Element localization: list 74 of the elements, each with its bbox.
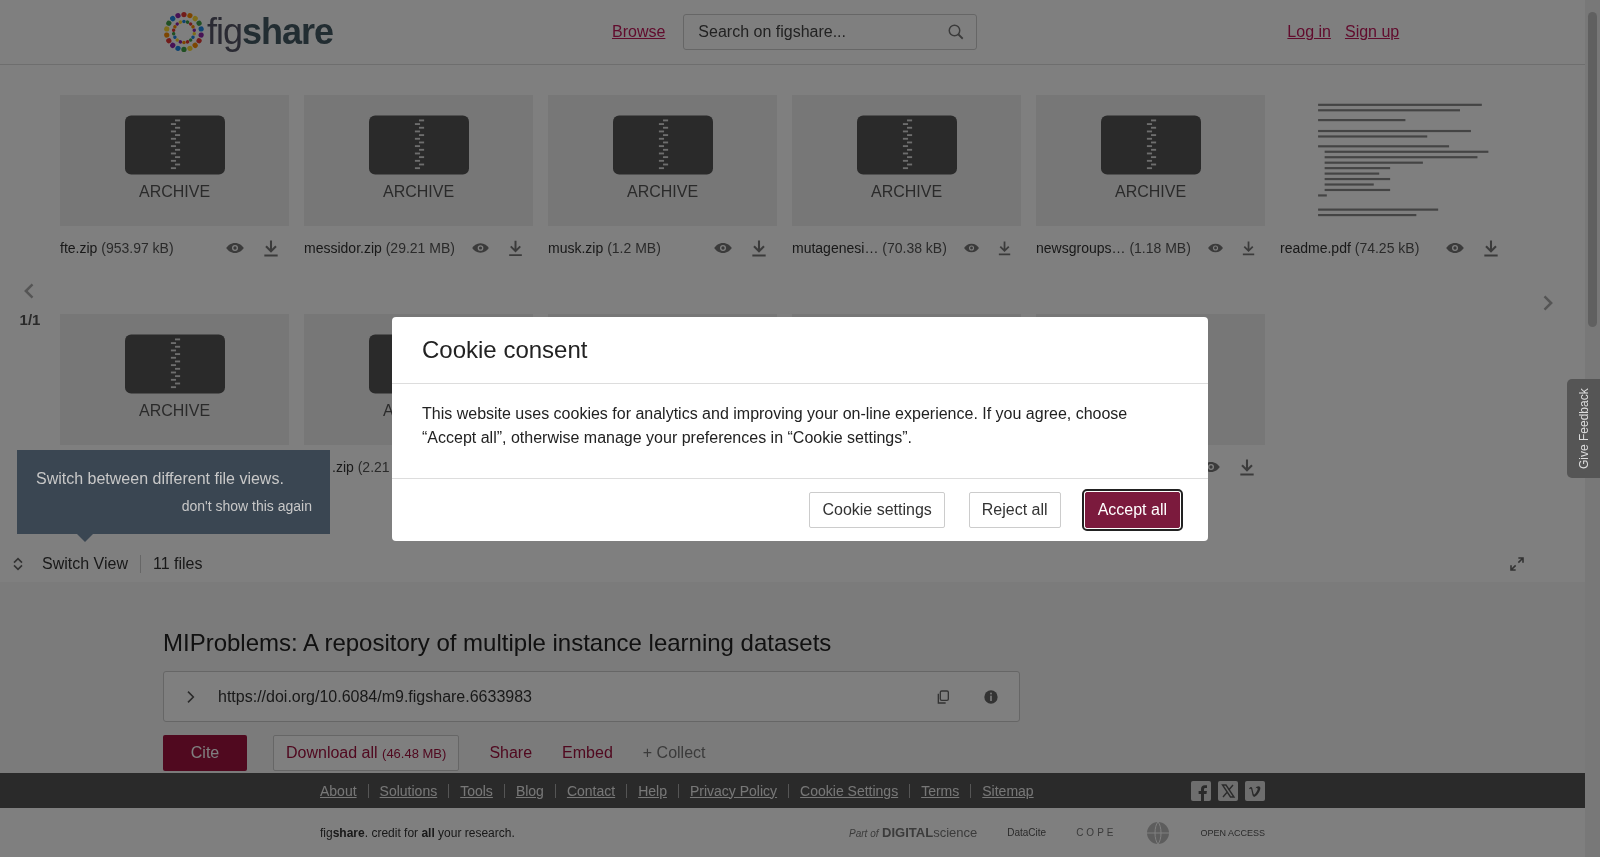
file-name[interactable]: mutagenesi… (70.38 kB) (792, 240, 947, 256)
search-field[interactable]: Search on figshare... (683, 14, 978, 50)
dialog-text: This website uses cookies for analytics and improving your on-line experience. If you agree, choose “Accept all”, otherwise manage your preferences in “Cookie settings”. (422, 404, 1129, 448)
download-all-button[interactable]: Download all (46.48 MB) (273, 735, 460, 771)
footer-link[interactable]: Solutions (379, 782, 438, 799)
vimeo-icon[interactable] (1245, 780, 1265, 801)
footer-link[interactable]: Contact (566, 782, 616, 799)
footer-link[interactable]: Sitemap (982, 782, 1034, 799)
dialog-button[interactable]: Accept all (1084, 492, 1180, 528)
feedback-tab[interactable]: Give Feedback (1567, 379, 1600, 478)
collect-link[interactable]: + Collect (642, 735, 706, 771)
footer-link[interactable]: Help (638, 782, 667, 799)
download-icon[interactable] (749, 238, 769, 258)
file-type-label: ARCHIVE (871, 183, 943, 201)
file-count: 11 files (152, 554, 203, 573)
footer-link[interactable]: Privacy Policy (689, 782, 778, 799)
file-thumbnail[interactable]: ARCHIVE (548, 95, 777, 226)
dialog-title: Cookie consent (422, 336, 588, 364)
file-thumbnail[interactable]: ARCHIVE (60, 314, 289, 445)
switch-view-button[interactable]: Switch View (42, 554, 141, 573)
info-icon[interactable] (983, 688, 999, 705)
facebook-icon[interactable] (1191, 780, 1211, 801)
archive-icon (856, 115, 957, 175)
copy-icon[interactable] (935, 688, 951, 705)
tagline: figshare. credit for all your research. (320, 825, 515, 840)
globe-icon[interactable] (1146, 820, 1171, 845)
open-access-logo[interactable]: OPEN ACCESS (1200, 827, 1265, 838)
file-thumbnail[interactable]: ARCHIVE (60, 95, 289, 226)
cope-logo[interactable]: COPE (1076, 827, 1117, 838)
dismiss-link[interactable]: don't show this again (181, 498, 312, 514)
footer-link[interactable]: Blog (515, 782, 544, 799)
file-type-label: ARCHIVE (139, 402, 211, 420)
file-name[interactable]: musk.zip (1.2 MB) (548, 240, 661, 256)
footer-link[interactable]: Cookie Settings (800, 782, 899, 799)
dialog-button[interactable]: Reject all (968, 492, 1061, 528)
cite-button[interactable]: Cite (163, 735, 247, 771)
file-name[interactable]: fte.zip (953.97 kB) (60, 240, 174, 256)
file-type-label: ARCHIVE (1115, 183, 1187, 201)
logo[interactable]: figshare (206, 11, 333, 53)
archive-icon (124, 334, 225, 394)
tooltip-text: Switch between different file views. (36, 470, 285, 488)
browse-link[interactable]: Browse (612, 23, 666, 41)
fullscreen-icon[interactable] (1509, 555, 1525, 572)
auth-link[interactable]: Log in (1287, 23, 1331, 41)
footer-link[interactable]: Terms (921, 782, 960, 799)
file-thumbnail[interactable]: ARCHIVE (792, 95, 1021, 226)
action-link[interactable]: Embed (562, 735, 613, 771)
dialog-button[interactable]: Cookie settings (809, 492, 945, 528)
action-link[interactable]: Share (489, 735, 533, 771)
datacite-logo[interactable]: DataCite (1007, 827, 1047, 838)
download-icon[interactable] (261, 238, 281, 258)
file-thumbnail[interactable]: ARCHIVE (1036, 95, 1265, 226)
file-name[interactable]: newsgroups… (1.18 MB) (1036, 240, 1191, 256)
item-title: MIProblems: A repository of multiple instance learning datasets (163, 629, 833, 657)
auth-link[interactable]: Sign up (1344, 23, 1400, 41)
file-type-label: ARCHIVE (627, 183, 699, 201)
archive-icon (368, 115, 469, 175)
search-icon[interactable] (947, 23, 966, 41)
archive-icon (1100, 115, 1201, 175)
download-icon[interactable] (1481, 238, 1501, 258)
footer-link[interactable]: About (320, 782, 357, 799)
digital-science-logo[interactable]: Part of DIGITALscience (849, 825, 978, 840)
file-type-label: ARCHIVE (139, 183, 211, 201)
file-name[interactable]: messidor.zip (29.21 MB) (304, 240, 455, 256)
file-thumbnail[interactable]: ARCHIVE (304, 95, 533, 226)
x-icon[interactable] (1218, 780, 1238, 801)
doi-link[interactable]: https://doi.org/10.6084/m9.figshare.6633983 (218, 687, 935, 706)
page-indicator: 1/1 (19, 311, 41, 328)
file-type-label: ARCHIVE (383, 183, 455, 201)
download-icon[interactable] (1237, 457, 1257, 477)
archive-icon (124, 115, 225, 175)
file-name[interactable]: readme.pdf (74.25 kB) (1280, 240, 1420, 256)
archive-icon (612, 115, 713, 175)
footer-link[interactable]: Tools (460, 782, 493, 799)
